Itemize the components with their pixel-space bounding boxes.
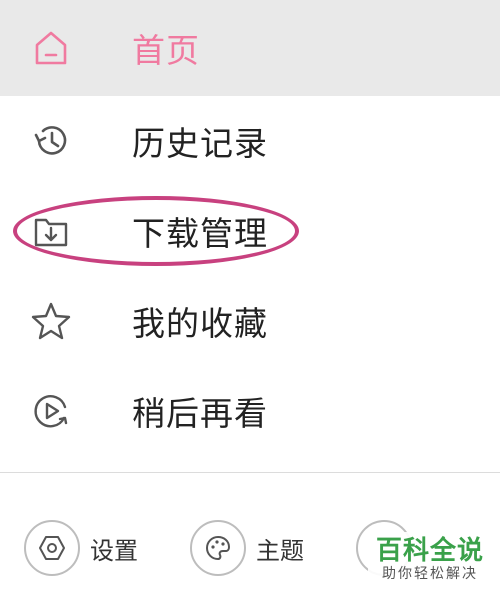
menu-item-label: 首页 xyxy=(132,31,200,70)
side-menu: 首页 历史记录 下载管理 我的收藏 稍后再看 xyxy=(0,0,500,456)
watermark-logo: 百科全说 助你轻松解决 xyxy=(368,532,492,588)
menu-item-label: 稍后再看 xyxy=(132,394,268,433)
palette-icon xyxy=(190,520,246,576)
history-icon xyxy=(30,120,72,162)
menu-item-home[interactable]: 首页 xyxy=(0,0,500,96)
home-icon xyxy=(30,27,72,69)
divider xyxy=(0,472,500,473)
menu-item-favorites[interactable]: 我的收藏 xyxy=(0,276,500,366)
watermark-sub-text: 助你轻松解决 xyxy=(382,566,478,582)
gear-icon xyxy=(24,520,80,576)
download-folder-icon xyxy=(30,210,72,252)
menu-item-label: 下载管理 xyxy=(132,214,268,253)
watch-later-icon xyxy=(30,390,72,432)
theme-label: 主题 xyxy=(256,536,304,565)
menu-item-history[interactable]: 历史记录 xyxy=(0,96,500,186)
settings-label: 设置 xyxy=(90,536,138,565)
menu-item-label: 历史记录 xyxy=(132,124,268,163)
menu-item-watch-later[interactable]: 稍后再看 xyxy=(0,366,500,456)
menu-item-downloads[interactable]: 下载管理 xyxy=(0,186,500,276)
menu-item-label: 我的收藏 xyxy=(132,304,268,343)
watermark-main-text: 百科全说 xyxy=(375,536,484,566)
settings-button[interactable]: 设置 xyxy=(24,520,138,576)
star-icon xyxy=(30,300,72,342)
theme-button[interactable]: 主题 xyxy=(190,520,304,576)
